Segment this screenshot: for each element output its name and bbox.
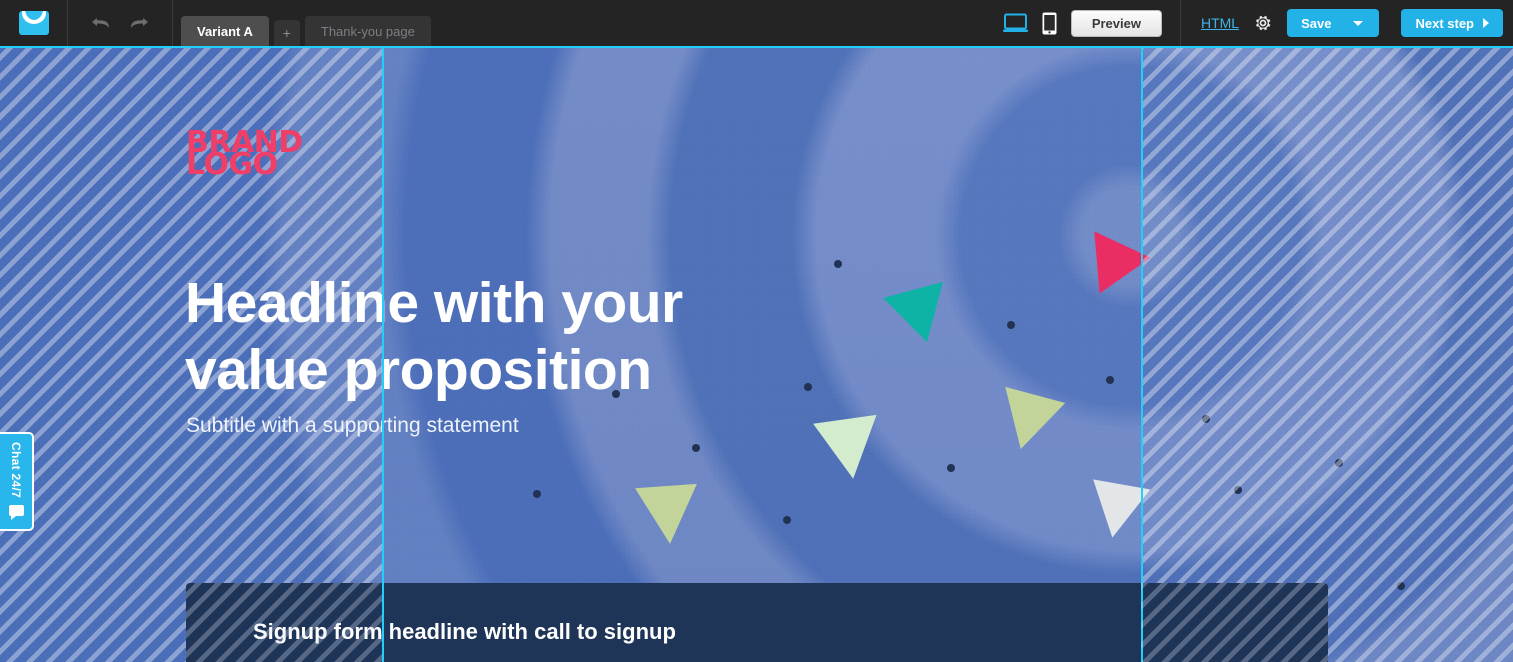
content-guide-top: [0, 46, 1513, 48]
content-guide-right: [1141, 46, 1143, 662]
speech-bubble-icon: [8, 505, 24, 521]
mobile-icon[interactable]: [1042, 12, 1057, 35]
signup-form-panel[interactable]: Signup form headline with call to signup…: [186, 583, 1328, 662]
decor-dot: [1335, 459, 1343, 467]
tab-thank-you-page[interactable]: Thank-you page: [304, 16, 431, 46]
save-button-label: Save: [1301, 15, 1332, 31]
tab-thank-you-page-label: Thank-you page: [320, 23, 415, 39]
top-toolbar: Variant A + Thank-you page Preview HTML: [0, 0, 1513, 46]
decor-dot: [1106, 376, 1114, 384]
signup-form-title: Signup form headline with call to signup: [253, 619, 676, 644]
decor-dot: [1202, 415, 1210, 423]
add-tab-button[interactable]: +: [273, 20, 300, 46]
chevron-down-icon[interactable]: [1353, 20, 1364, 26]
redo-button[interactable]: [128, 12, 150, 34]
next-step-button-label: Next step: [1415, 15, 1474, 31]
page-subtitle[interactable]: Subtitle with a supporting statement: [186, 414, 519, 438]
page-tabs: Variant A + Thank-you page: [173, 0, 436, 46]
history-controls: [68, 0, 173, 46]
decor-dot: [1234, 486, 1242, 494]
save-button[interactable]: Save: [1287, 9, 1380, 37]
tab-variant-a[interactable]: Variant A: [181, 16, 269, 46]
decor-dot: [834, 260, 842, 268]
triangle-mint: [813, 414, 885, 484]
decor-dot: [804, 383, 812, 391]
decor-dot: [947, 464, 955, 472]
decor-dot: [1397, 582, 1405, 590]
html-link[interactable]: HTML: [1201, 15, 1239, 31]
chat-widget-label: Chat 24/7: [9, 442, 23, 499]
app-logo[interactable]: [0, 0, 68, 46]
decor-dot: [1007, 321, 1015, 329]
toolbar-actions: HTML Save Next step: [1179, 0, 1513, 46]
next-step-button[interactable]: Next step: [1401, 9, 1503, 37]
device-switcher: [1002, 12, 1071, 35]
page-canvas[interactable]: BRAND LOGO Headline with your value prop…: [0, 46, 1513, 662]
desktop-icon[interactable]: [1002, 13, 1028, 33]
decor-dot: [533, 490, 541, 498]
chevron-right-icon: [1483, 18, 1489, 28]
gear-icon[interactable]: [1253, 13, 1273, 33]
tab-variant-a-label: Variant A: [197, 23, 253, 39]
preview-button-label: Preview: [1091, 15, 1141, 31]
decor-dot: [783, 516, 791, 524]
add-tab-label: +: [282, 25, 291, 41]
page-headline[interactable]: Headline with your value proposition: [185, 270, 745, 403]
content-guide-left: [382, 46, 384, 662]
preview-button[interactable]: Preview: [1070, 9, 1162, 37]
chat-widget[interactable]: Chat 24/7: [0, 432, 34, 531]
decor-dot: [692, 444, 700, 452]
envelope-smile-logo-icon: [18, 11, 49, 35]
triangle-sage-2: [635, 483, 701, 547]
brand-logo[interactable]: BRAND LOGO: [186, 128, 303, 179]
undo-button[interactable]: [90, 12, 112, 34]
